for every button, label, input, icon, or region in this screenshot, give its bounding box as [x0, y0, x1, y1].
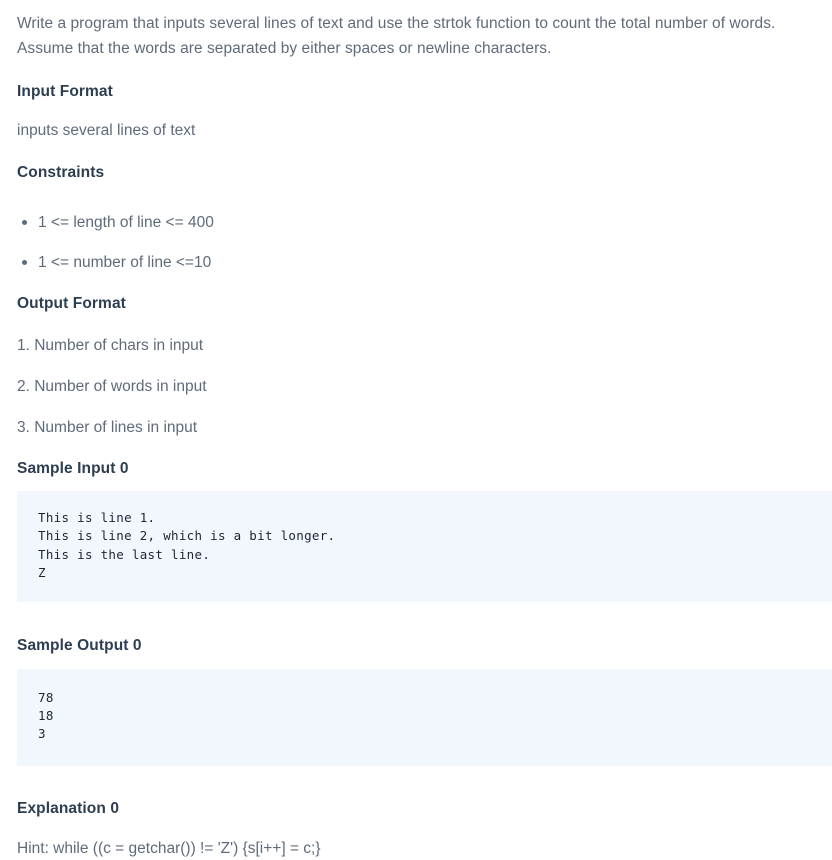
sample-input-code-block: This is line 1. This is line 2, which is…	[17, 491, 832, 603]
constraints-list: 1 <= length of line <= 400 1 <= number o…	[17, 184, 810, 273]
list-item: 1 <= length of line <= 400	[17, 212, 810, 233]
output-format-heading: Output Format	[17, 295, 126, 312]
explanation-hint-text: Hint: while ((c = getchar()) != 'Z') {s[…	[17, 840, 321, 858]
sample-output-code-block: 78 18 3	[17, 668, 832, 766]
sample-output-section: Sample Output 0	[0, 615, 832, 657]
sample-output-heading: Sample Output 0	[17, 636, 142, 654]
list-item: 1. Number of chars in input	[17, 337, 204, 354]
list-item: 3. Number of lines in input	[17, 419, 198, 436]
input-format-heading: Input Format	[17, 83, 113, 100]
constraints-heading: Constraints	[17, 164, 105, 181]
output-format-list: 1. Number of chars in input 2. Number of…	[17, 335, 810, 438]
explanation-section: Explanation 0 Hint: while ((c = getchar(…	[0, 778, 832, 860]
intro-section: Write a program that inputs several line…	[0, 0, 832, 480]
input-format-text: inputs several lines of text	[17, 122, 196, 139]
sample-input-heading: Sample Input 0	[17, 460, 129, 477]
problem-statement-text: Write a program that inputs several line…	[17, 15, 776, 57]
list-item: 2. Number of words in input	[17, 378, 207, 395]
explanation-heading: Explanation 0	[17, 800, 120, 818]
problem-statement-page: Write a program that inputs several line…	[0, 0, 832, 860]
list-item: 1 <= number of line <=10	[17, 252, 810, 273]
